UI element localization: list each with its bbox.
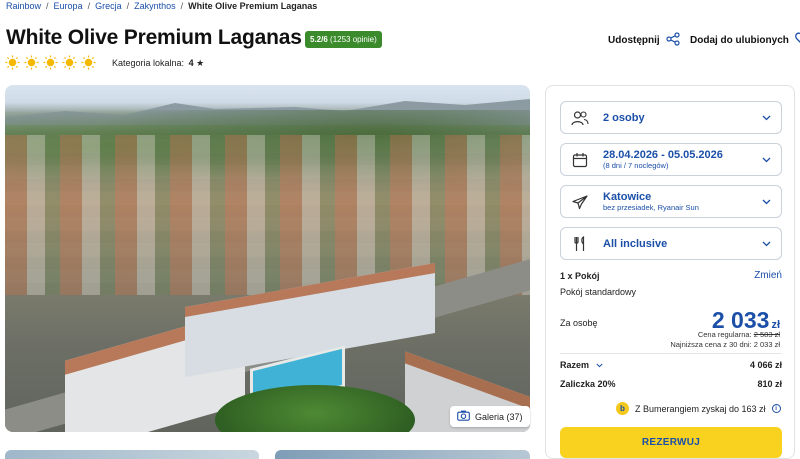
change-room-link[interactable]: Zmień — [754, 270, 782, 281]
departure-details: bez przesiadek, Ryanair Sun — [603, 203, 699, 212]
departure-value: Katowice — [603, 191, 652, 203]
thumbnail-photo[interactable] — [5, 450, 259, 459]
guests-icon — [571, 109, 589, 127]
deposit-row: Zaliczka 20% 810 zł — [560, 379, 782, 389]
total-toggle[interactable]: Razem — [560, 360, 603, 370]
photo-town — [5, 135, 530, 295]
sun-icon — [81, 55, 96, 70]
cutlery-icon — [571, 235, 589, 253]
share-button[interactable]: Udostępnij — [608, 32, 680, 49]
per-person-row: Za osobę — [560, 318, 598, 328]
breadcrumb: Rainbow / Europa / Grecja / Zakynthos / Whit… — [6, 1, 317, 11]
total-value: 4 066 zł — [749, 360, 782, 370]
divider — [560, 353, 782, 354]
thumbnail-photo[interactable] — [275, 450, 530, 459]
breadcrumb-separator: / — [87, 1, 91, 11]
star-icon: ★ — [196, 58, 205, 68]
dates-field: 28.04.2026 - 05.05.2026 (8 dni / 7 nocle… — [603, 149, 757, 170]
lowest-price-note: Najniższa cena z 30 dni: 2 033 zł — [670, 340, 780, 349]
booking-panel: 2 osoby 28.04.2026 - 05.05.2026 (8 dni /… — [545, 85, 795, 459]
gallery-label: Galeria (37) — [475, 411, 523, 422]
airplane-icon — [571, 193, 589, 211]
dates-value: 28.04.2026 - 05.05.2026 — [603, 149, 723, 161]
breadcrumb-zakynthos[interactable]: Zakynthos — [134, 1, 176, 11]
room-type: Pokój standardowy — [560, 287, 637, 297]
info-icon[interactable]: i — [771, 404, 781, 413]
calendar-icon — [571, 151, 589, 169]
rating-badge[interactable]: 5.2/6 (1253 opinie) — [305, 31, 382, 48]
heart-icon — [795, 32, 800, 49]
chevron-down-icon — [757, 115, 775, 121]
camera-icon — [457, 410, 470, 423]
total-row: Razem 4 066 zł — [560, 360, 782, 370]
deposit-value: 810 zł — [757, 379, 782, 389]
chevron-down-icon — [757, 241, 775, 247]
departure-field: Katowice bez przesiadek, Ryanair Sun — [603, 191, 757, 212]
breadcrumb-separator: / — [126, 1, 130, 11]
gallery-button[interactable]: Galeria (37) — [450, 406, 530, 427]
breadcrumb-rainbow[interactable]: Rainbow — [6, 1, 41, 11]
board-select[interactable]: All inclusive — [560, 227, 782, 260]
boomerang-offer: b Z Bumerangiem zyskaj do 163 zł i — [616, 402, 781, 415]
chevron-down-icon — [757, 199, 775, 205]
share-icon — [666, 32, 680, 49]
sun-icon — [43, 55, 58, 70]
category-label: Kategoria lokalna: — [112, 58, 185, 68]
sun-rating — [5, 55, 96, 70]
breadcrumb-europa[interactable]: Europa — [54, 1, 83, 11]
rating-count: (1253 opinie) — [330, 35, 377, 44]
board-value: All inclusive — [603, 237, 668, 250]
breadcrumb-separator: / — [46, 1, 49, 11]
breadcrumb-current: White Olive Premium Laganas — [188, 1, 318, 11]
chevron-down-icon — [595, 363, 603, 368]
lowest-price-label: Najniższa cena z 30 dni: — [670, 340, 752, 349]
rating-score: 5.2/6 — [310, 35, 328, 44]
breadcrumb-separator: / — [180, 1, 184, 11]
dates-select[interactable]: 28.04.2026 - 05.05.2026 (8 dni / 7 nocle… — [560, 143, 782, 176]
sun-icon — [62, 55, 77, 70]
per-person-label: Za osobę — [560, 318, 598, 328]
room-count: 1 x Pokój — [560, 270, 600, 281]
boomerang-text: Z Bumerangiem zyskaj do 163 zł — [635, 403, 766, 414]
lowest-price-value: 2 033 zł — [753, 340, 780, 349]
total-label: Razem — [560, 360, 590, 370]
deposit-label: Zaliczka 20% — [560, 379, 616, 389]
local-category: Kategoria lokalna: 4 ★ — [112, 58, 204, 69]
sun-icon — [5, 55, 20, 70]
guests-value: 2 osoby — [603, 111, 645, 124]
category-value: 4 — [188, 58, 194, 68]
share-label: Udostępnij — [608, 35, 660, 46]
book-button[interactable]: REZERWUJ — [560, 427, 782, 458]
departure-select[interactable]: Katowice bez przesiadek, Ryanair Sun — [560, 185, 782, 218]
sun-icon — [24, 55, 39, 70]
favorite-button[interactable]: Dodaj do ulubionych — [690, 32, 800, 49]
dates-duration: (8 dni / 7 noclegów) — [603, 161, 669, 170]
regular-price-label: Cena regularna: — [697, 330, 752, 339]
regular-price-value: 2 583 zł — [753, 330, 780, 339]
boomerang-icon: b — [616, 402, 629, 415]
guests-select[interactable]: 2 osoby — [560, 101, 782, 134]
favorite-label: Dodaj do ulubionych — [690, 35, 789, 46]
breadcrumb-grecja[interactable]: Grecja — [95, 1, 122, 11]
room-row: 1 x Pokój Zmień — [560, 270, 782, 281]
hotel-main-photo[interactable] — [5, 85, 530, 432]
room-type-row: Pokój standardowy — [560, 287, 782, 297]
page-title: White Olive Premium Laganas — [6, 26, 302, 49]
photo-tree — [215, 385, 415, 432]
regular-price-note: Cena regularna: 2 583 zł — [698, 330, 780, 339]
chevron-down-icon — [757, 157, 775, 163]
